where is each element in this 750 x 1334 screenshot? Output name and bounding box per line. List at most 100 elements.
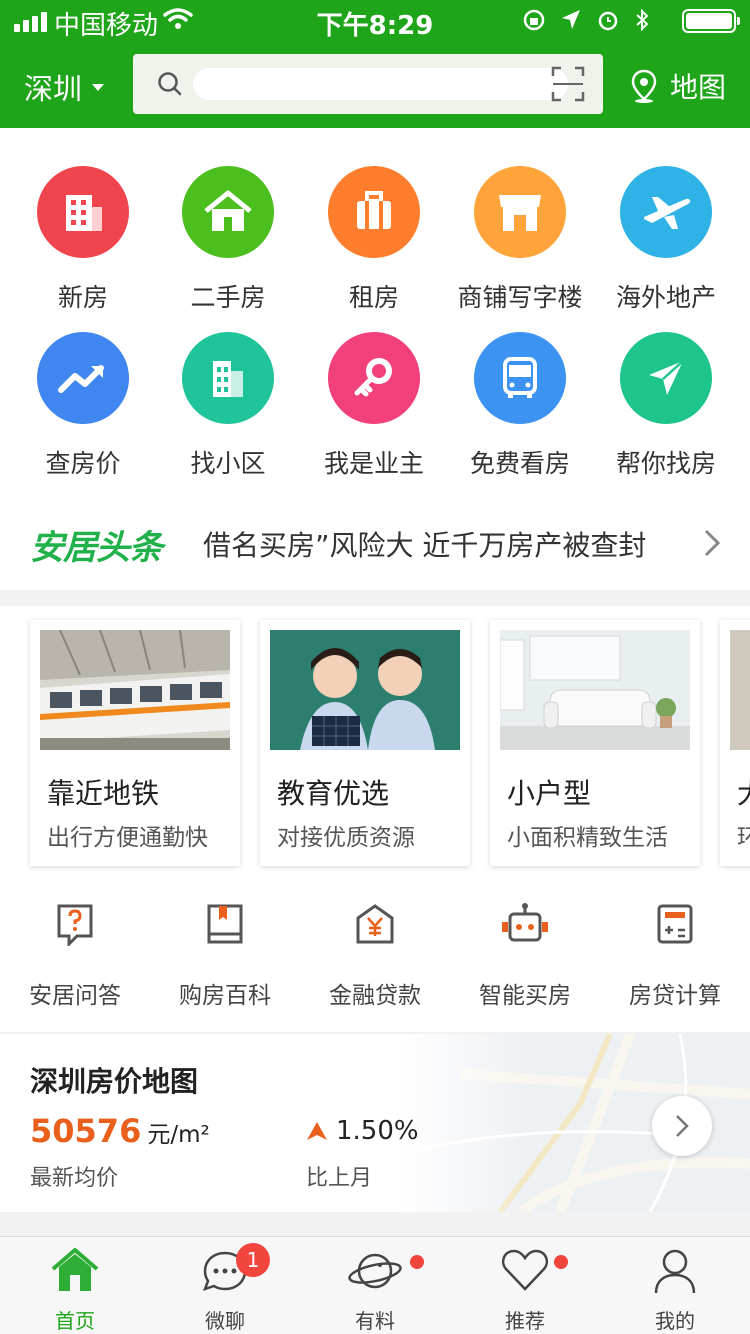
average-price: 50576 元/m² [30,1112,210,1150]
tool-label: 安居问答 [29,983,121,1009]
news-headline[interactable]: 借名买房”风险大 近千万房产被查封 [203,524,646,564]
price-map-card[interactable]: 深圳房价地图 50576 元/m² 最新均价 1.50% 比上月 [0,1034,750,1212]
app-header: 中国移动 下午8:29 深圳 地图 [0,0,750,128]
chevron-down-icon [92,83,105,91]
bluetooth-icon [636,8,649,32]
price-map-title: 深圳房价地图 [30,1065,199,1098]
key-icon [328,332,420,424]
living-room-image [500,630,690,750]
price-change-label: 比上月 [306,1166,373,1191]
status-bar: 中国移动 下午8:29 [0,0,750,41]
tab-recommend[interactable]: 推荐 [450,1247,600,1334]
map-pin-icon [631,69,657,103]
category-help-find[interactable]: 帮你找房 [593,332,739,480]
feature-subtitle: 小面积精致生活 [507,825,668,851]
arrow-up-icon [307,1122,327,1140]
category-free-tour[interactable]: 免费看房 [447,332,593,480]
tab-home[interactable]: 首页 [0,1247,150,1334]
feature-card-metro[interactable]: 靠近地铁 出行方便通勤快 [30,620,240,866]
trend-icon [37,332,129,424]
bus-icon [474,332,566,424]
feature-card-partial[interactable]: 大 环 [720,620,750,866]
tab-label: 微聊 [205,1309,245,1333]
map-label: 地图 [670,71,727,104]
news-ticker[interactable]: 安居头条 借名买房”风险大 近千万房产被查封 [0,506,750,576]
search-input[interactable] [193,64,553,104]
category-label: 二手房 [190,283,266,312]
category-find-community[interactable]: 找小区 [155,332,301,480]
tool-qa[interactable]: 安居问答 [0,902,150,1010]
location-icon [562,10,580,29]
bottom-tab-bar: 首页 1 微聊 有料 推荐 我的 [0,1236,750,1334]
question-icon [57,904,93,946]
tab-label: 推荐 [505,1309,545,1333]
price-change: 1.50% [306,1116,419,1146]
feature-subtitle: 对接优质资源 [277,825,415,851]
tab-discover[interactable]: 有料 [300,1247,450,1334]
city-name: 深圳 [24,72,83,106]
category-second-hand[interactable]: 二手房 [155,166,301,314]
feature-image-partial [730,630,750,750]
battery-icon [682,9,740,33]
category-check-price[interactable]: 查房价 [10,332,156,480]
category-label: 新房 [57,283,108,312]
feature-subtitle: 出行方便通勤快 [47,825,208,851]
students-image [270,630,460,750]
tool-loan-calc[interactable]: 房贷计算 [600,902,750,1010]
feature-title: 大 [737,772,750,812]
shop-icon [474,166,566,258]
tab-chat[interactable]: 1 微聊 [150,1243,300,1334]
chevron-right-icon[interactable] [703,528,721,558]
feature-card-education[interactable]: 教育优选 对接优质资源 [260,620,470,866]
tool-encyclopedia[interactable]: 购房百科 [150,902,300,1010]
tool-finance[interactable]: 金融贷款 [300,902,450,1010]
category-rent[interactable]: 租房 [301,166,447,314]
rotation-lock-icon [523,9,545,31]
tab-label: 有料 [355,1309,395,1333]
category-panel: 新房 二手房 租房 商铺写字楼 海外地产 查房价 找小区 我是业主 免费看房 帮… [0,128,750,590]
suitcase-icon [328,166,420,258]
chevron-right-icon [676,1115,689,1137]
tool-label: 购房百科 [179,983,271,1009]
tab-label: 我的 [655,1309,695,1333]
robot-icon [502,903,548,942]
category-label: 商铺写字楼 [457,283,583,312]
city-selector[interactable]: 深圳 [24,66,105,108]
feature-title: 教育优选 [277,777,390,810]
price-map-open-button[interactable] [652,1096,712,1156]
calculator-icon [657,904,693,944]
scan-icon[interactable] [551,66,585,102]
price-value: 50576 [30,1112,142,1150]
status-icons [522,8,650,32]
home-icon [51,1248,99,1291]
send-icon [620,332,712,424]
category-label: 帮你找房 [615,449,716,478]
category-owner[interactable]: 我是业主 [301,332,447,480]
alarm-icon [598,11,618,31]
metro-train-image [40,630,230,750]
category-label: 海外地产 [615,283,716,312]
search-icon [158,72,182,96]
tab-label: 首页 [55,1309,95,1333]
community-icon [182,332,274,424]
tool-smart-buy[interactable]: 智能买房 [450,902,600,1010]
feature-title: 小户型 [507,777,592,810]
feature-title: 靠近地铁 [47,777,160,810]
user-icon [654,1249,696,1294]
map-button[interactable]: 地图 [630,66,726,106]
tool-label: 房贷计算 [629,983,721,1009]
category-label: 租房 [348,283,399,312]
category-overseas[interactable]: 海外地产 [593,166,739,314]
feature-card-small-unit[interactable]: 小户型 小面积精致生活 [490,620,700,866]
feature-subtitle: 环 [737,825,750,851]
tab-mine[interactable]: 我的 [600,1247,750,1334]
planet-icon [348,1253,402,1289]
category-shop-office[interactable]: 商铺写字楼 [447,166,593,314]
category-label: 找小区 [190,449,266,478]
search-bar[interactable] [133,54,603,114]
plane-icon [620,166,712,258]
category-label: 查房价 [45,449,121,478]
price-change-value: 1.50% [336,1116,419,1146]
category-new-house[interactable]: 新房 [10,166,156,314]
feature-section: 靠近地铁 出行方便通勤快 教育优选 对接优质资源 小户型 小面积精致生活 环 安… [0,606,750,1032]
